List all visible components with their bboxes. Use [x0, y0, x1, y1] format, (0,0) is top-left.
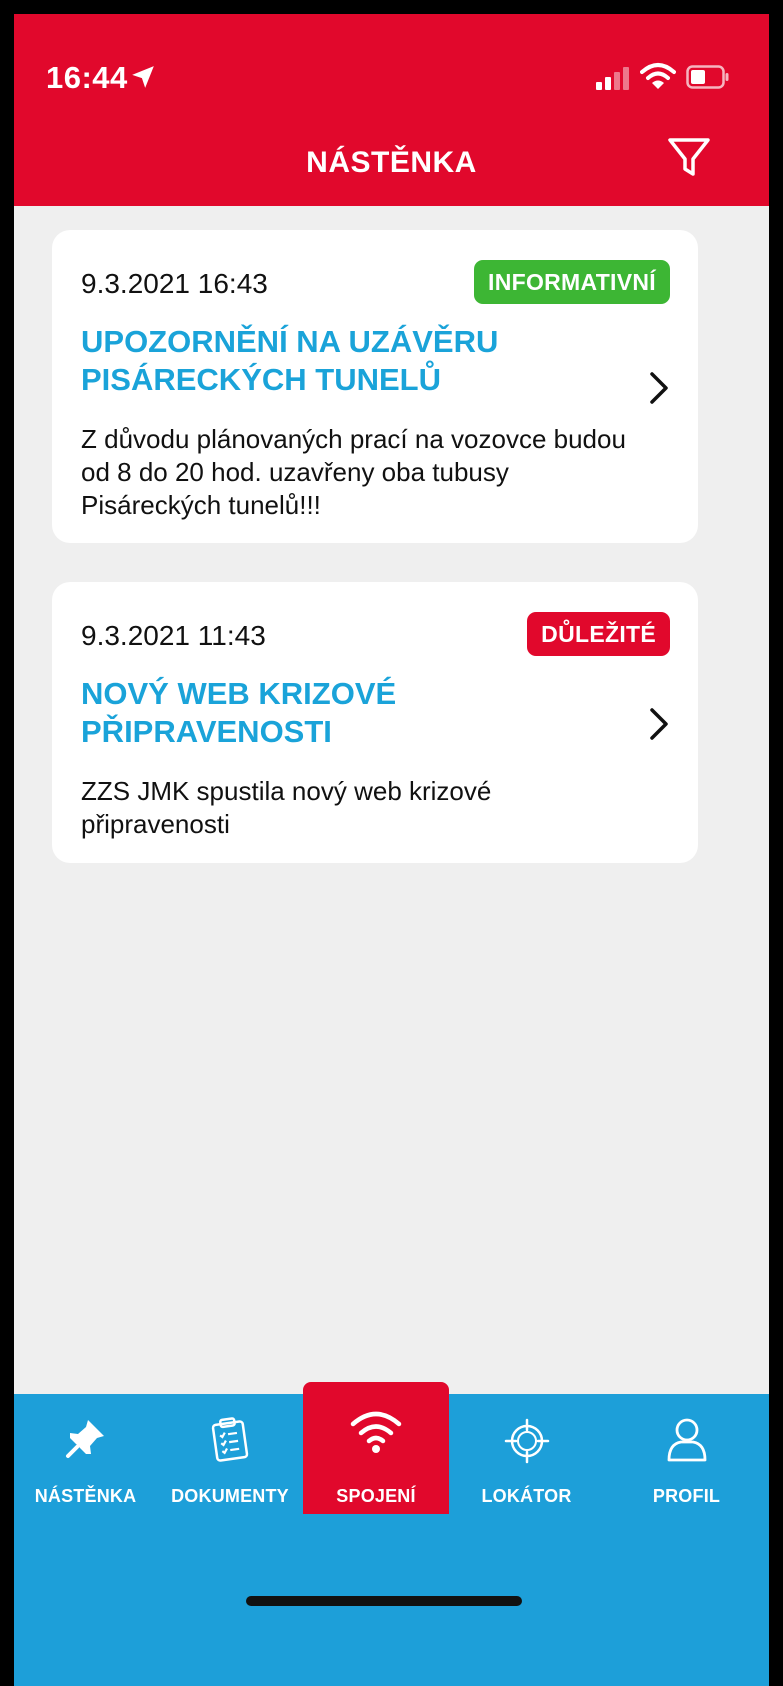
bottom-nav: NÁSTĚNKA DOKUMENTY SPOJENÍ LOKÁTOR PROFI… — [14, 1382, 769, 1686]
clipboard-icon — [211, 1417, 249, 1462]
news-card[interactable]: 9.3.2021 11:43 DŮLEŽITÉ NOVÝ WEB KRIZOVÉ… — [52, 582, 698, 863]
nav-label: SPOJENÍ — [336, 1486, 416, 1506]
user-icon — [667, 1418, 706, 1462]
filter-icon[interactable] — [666, 134, 712, 180]
signal-icon — [596, 67, 629, 90]
header: 16:44 NÁSTĚNKA — [14, 14, 769, 206]
nav-label: DOKUMENTY — [171, 1486, 289, 1506]
wifi-status-icon — [640, 63, 676, 89]
card-title: NOVÝ WEB KRIZOVÉ PŘIPRAVENOSTI — [81, 676, 397, 749]
nav-item-dokumenty[interactable]: DOKUMENTY — [157, 1394, 303, 1514]
card-date: 9.3.2021 11:43 — [81, 620, 266, 651]
nav-label: LOKÁTOR — [481, 1486, 572, 1506]
nav-label: PROFIL — [652, 1486, 721, 1506]
nav-item-nastenka[interactable]: NÁSTĚNKA — [14, 1394, 157, 1514]
location-arrow-icon — [132, 66, 154, 88]
category-badge: DŮLEŽITÉ — [527, 612, 670, 656]
card-title: UPOZORNĚNÍ NA UZÁVĚRU PISÁRECKÝCH TUNELŮ — [81, 324, 499, 397]
nav-item-lokator[interactable]: LOKÁTOR — [449, 1394, 604, 1514]
chevron-right-icon — [650, 708, 668, 740]
nav-item-profil[interactable]: PROFIL — [604, 1394, 769, 1514]
app-screen: 16:44 NÁSTĚNKA 9.3.2021 16:43 INFORMATIV… — [14, 14, 769, 1686]
nav-label: NÁSTĚNKA — [34, 1486, 137, 1506]
card-text: ZZS JMK spustila nový web krizové připra… — [81, 776, 492, 839]
card-text: Z důvodu plánovaných prací na vozovce bu… — [81, 424, 626, 520]
battery-icon — [686, 65, 729, 89]
card-date: 9.3.2021 16:43 — [81, 268, 268, 299]
status-time: 16:44 — [46, 60, 128, 95]
crosshair-icon — [504, 1418, 549, 1464]
chevron-right-icon — [650, 372, 668, 404]
nav-item-spojeni[interactable]: SPOJENÍ — [303, 1382, 449, 1514]
category-badge: INFORMATIVNÍ — [474, 260, 670, 304]
home-indicator[interactable] — [246, 1596, 522, 1606]
news-card[interactable]: 9.3.2021 16:43 INFORMATIVNÍ UPOZORNĚNÍ N… — [52, 230, 698, 543]
wifi-icon — [350, 1411, 402, 1453]
pin-icon — [65, 1420, 104, 1458]
page-title: NÁSTĚNKA — [306, 146, 477, 179]
